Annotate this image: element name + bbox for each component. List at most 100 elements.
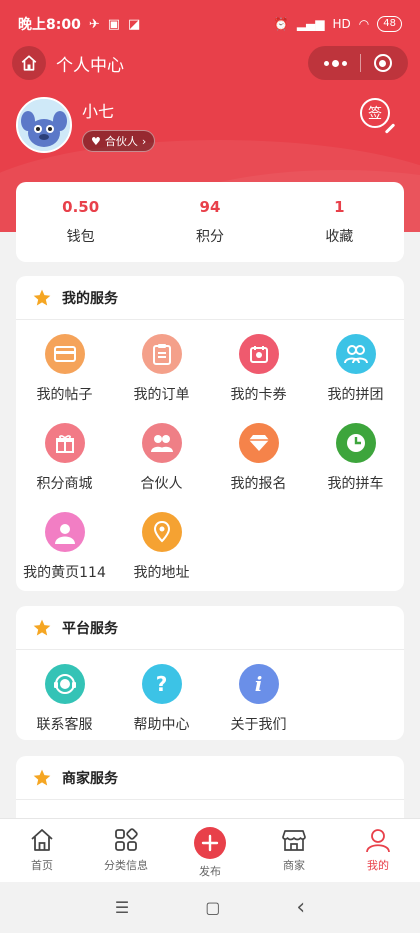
more-menu-button[interactable] — [324, 59, 348, 67]
service-label: 合伙人 — [140, 476, 183, 492]
home-icon — [21, 55, 37, 71]
my-services-grid: 我的帖子 我的订单 我的卡券 我的拼团 积分商城 合伙人 我的报名 我的拼车 我… — [16, 320, 404, 587]
target-icon — [379, 59, 387, 67]
section-title: 商家服务 — [62, 770, 118, 787]
partner-badge-label: 合伙人 — [104, 135, 138, 149]
stat-label: 钱包 — [66, 229, 95, 245]
home-button[interactable] — [12, 46, 46, 80]
stat-favorites[interactable]: 1 收藏 — [275, 182, 404, 262]
stat-points[interactable]: 94 积分 — [145, 182, 274, 262]
location-icon — [141, 512, 182, 552]
group-icon — [335, 334, 376, 374]
tab-label: 我的 — [367, 859, 389, 872]
category-icon — [115, 828, 138, 851]
user-icon — [366, 829, 390, 853]
menu-icon[interactable]: ☰ — [115, 898, 129, 917]
tab-label: 首页 — [31, 859, 53, 872]
username: 小七 — [82, 101, 115, 121]
navbar: 个人中心 — [0, 44, 420, 82]
store-icon — [282, 830, 306, 851]
stat-value: 1 — [334, 198, 345, 216]
service-my-posts[interactable]: 我的帖子 — [16, 320, 113, 409]
more-dot-icon — [324, 60, 330, 66]
sign-in-label: 签 — [368, 106, 382, 122]
star-icon — [33, 619, 51, 635]
service-label: 联系客服 — [36, 717, 93, 733]
stat-label: 积分 — [195, 229, 224, 245]
paper-plane-icon: ✈ — [88, 16, 100, 32]
home-square-icon[interactable]: ▢ — [205, 898, 220, 917]
tab-label: 发布 — [199, 865, 221, 878]
status-time: 晚上8:00 — [18, 17, 81, 33]
sign-in-button[interactable]: 签 — [360, 98, 396, 134]
service-label: 帮助中心 — [133, 717, 190, 733]
tab-publish[interactable]: 发布 — [168, 819, 252, 882]
tab-label: 商家 — [283, 859, 305, 872]
chevron-right-icon: › — [141, 134, 147, 148]
info-icon: i — [238, 664, 279, 704]
home-icon — [31, 829, 53, 851]
service-my-registrations[interactable]: 我的报名 — [210, 409, 307, 498]
service-my-orders[interactable]: 我的订单 — [113, 320, 210, 409]
service-label: 积分商城 — [36, 476, 93, 492]
page-title: 个人中心 — [56, 55, 124, 76]
service-points-mall[interactable]: 积分商城 — [16, 409, 113, 498]
clipboard-icon — [141, 334, 182, 374]
tab-label: 分类信息 — [104, 859, 148, 872]
app-notification-icon-2: ◪ — [128, 16, 141, 32]
platform-services-grid: 联系客服 ? 帮助中心 i 关于我们 — [16, 650, 404, 739]
star-icon — [33, 769, 51, 785]
section-title: 我的服务 — [62, 290, 118, 307]
info-glyph: i — [254, 672, 263, 696]
wifi-icon: ◠ — [358, 17, 370, 31]
stat-value: 94 — [199, 198, 221, 216]
stat-wallet[interactable]: 0.50 钱包 — [16, 182, 145, 262]
avatar[interactable] — [16, 97, 72, 153]
partner-icon — [141, 423, 182, 463]
signal-icon: ▂▄▆ — [296, 17, 325, 31]
back-icon[interactable]: ‹ — [296, 895, 305, 920]
person-icon — [44, 512, 85, 552]
app-notification-icon: ▣ — [107, 16, 121, 32]
ticket-icon — [238, 334, 279, 374]
service-customer-service[interactable]: 联系客服 — [16, 650, 113, 739]
service-my-coupons[interactable]: 我的卡券 — [210, 320, 307, 409]
miniapp-capsule — [308, 46, 408, 80]
tab-home[interactable]: 首页 — [0, 819, 84, 882]
battery-indicator: 48 — [377, 16, 402, 32]
service-label: 我的拼团 — [327, 387, 384, 403]
my-services-card: 我的服务 我的帖子 我的订单 我的卡券 我的拼团 积分商城 合伙人 我的报名 我… — [16, 276, 404, 591]
service-label: 我的报名 — [230, 476, 287, 492]
alarm-off-icon: ⏰ — [273, 17, 289, 31]
status-right: ⏰ ▂▄▆ HD ◠ 48 — [274, 16, 402, 32]
hd-label: HD — [332, 17, 351, 31]
service-help-center[interactable]: ? 帮助中心 — [113, 650, 210, 739]
service-my-carpool[interactable]: 我的拼车 — [307, 409, 404, 498]
service-my-yellow-pages[interactable]: 我的黄页114 — [16, 498, 113, 587]
service-partner[interactable]: 合伙人 — [113, 409, 210, 498]
more-dot-icon — [342, 60, 348, 66]
stats-card: 0.50 钱包 94 积分 1 收藏 — [16, 182, 404, 262]
close-miniapp-button[interactable] — [373, 54, 392, 72]
tab-mine[interactable]: 我的 — [336, 819, 420, 882]
service-label: 我的地址 — [133, 565, 190, 581]
status-notification-icons: ✈ ▣ ◪ — [89, 17, 141, 32]
service-label: 关于我们 — [230, 717, 287, 733]
avatar-image — [18, 99, 70, 151]
gift-icon — [44, 423, 85, 463]
tab-category[interactable]: 分类信息 — [84, 819, 168, 882]
diamond-icon — [238, 423, 279, 463]
partner-badge[interactable]: ♥ 合伙人 › — [82, 130, 156, 153]
card-icon — [44, 334, 85, 374]
platform-services-header: 平台服务 — [16, 606, 404, 650]
service-my-group-buy[interactable]: 我的拼团 — [307, 320, 404, 409]
clock-icon — [335, 423, 376, 463]
service-about-us[interactable]: i 关于我们 — [210, 650, 307, 739]
my-services-header: 我的服务 — [16, 276, 404, 320]
service-my-address[interactable]: 我的地址 — [113, 498, 210, 587]
star-icon — [33, 289, 51, 305]
capsule-divider — [359, 54, 361, 72]
tab-merchant[interactable]: 商家 — [252, 819, 336, 882]
service-label: 我的帖子 — [36, 387, 93, 403]
stat-value: 0.50 — [62, 198, 100, 216]
